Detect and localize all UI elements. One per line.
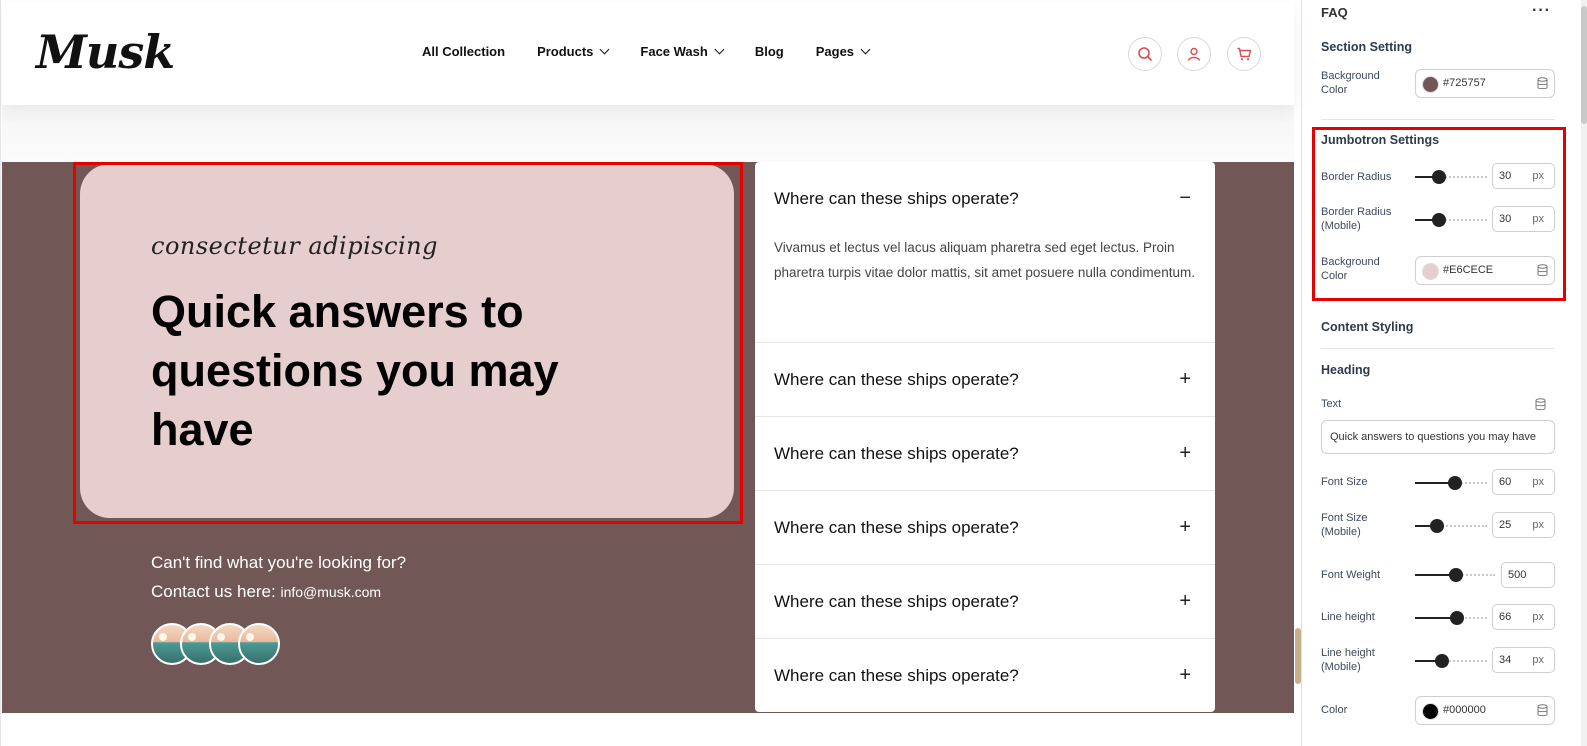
collapse-icon[interactable]: −	[1179, 187, 1191, 210]
expand-icon[interactable]: +	[1179, 664, 1191, 687]
faq-question: Where can these ships operate?	[774, 189, 1019, 208]
expand-icon[interactable]: +	[1179, 368, 1191, 391]
color-swatch	[1422, 703, 1439, 720]
nav-label: All Collection	[422, 44, 506, 59]
color-value: #000000	[1443, 704, 1486, 716]
faq-question: Where can these ships operate?	[774, 666, 1019, 685]
app-root: Musk All Collection Products Face Wash B…	[0, 0, 1587, 746]
font-size-input[interactable]: 60 px	[1492, 469, 1555, 495]
font-size-slider[interactable]	[1415, 476, 1487, 490]
heading-text-input[interactable]: Quick answers to questions you may have	[1321, 420, 1555, 454]
input-value: 60	[1499, 476, 1512, 488]
database-icon[interactable]	[1535, 398, 1546, 411]
unit-label: px	[1532, 519, 1544, 531]
database-icon[interactable]	[1537, 704, 1548, 717]
site-header: Musk All Collection Products Face Wash B…	[2, 1, 1294, 105]
jumbotron-highlight-box	[73, 162, 743, 524]
faq-question: Where can these ships operate?	[774, 444, 1019, 463]
section-setting-title: Section Setting	[1321, 40, 1412, 54]
cart-button[interactable]	[1227, 37, 1261, 71]
line-height-label: Line height	[1321, 611, 1375, 623]
line-height-mobile-label: Line height (Mobile)	[1321, 647, 1375, 673]
font-size-mobile-label: Font Size (Mobile)	[1321, 512, 1368, 538]
faq-item[interactable]: Where can these ships operate? − Vivamus…	[755, 162, 1215, 343]
more-options-icon[interactable]: ···	[1532, 2, 1551, 20]
database-icon[interactable]	[1537, 77, 1548, 90]
site-logo[interactable]: Musk	[36, 25, 175, 79]
input-value: 34	[1499, 654, 1512, 666]
faq-item[interactable]: Where can these ships operate? +	[755, 491, 1215, 565]
section-background-label: Background Color	[1321, 70, 1380, 96]
page-preview: Musk All Collection Products Face Wash B…	[0, 0, 1301, 746]
chevron-down-icon	[860, 44, 871, 55]
panel-scrollbar[interactable]	[1581, 0, 1587, 746]
nav-blog[interactable]: Blog	[755, 44, 784, 59]
divider	[1321, 119, 1555, 120]
heading-color-field[interactable]: #000000	[1415, 696, 1555, 725]
account-button[interactable]	[1177, 37, 1211, 71]
jumbotron-settings-highlight-box	[1312, 127, 1566, 301]
unit-label: px	[1532, 654, 1544, 666]
expand-icon[interactable]: +	[1179, 442, 1191, 465]
nav-all-collection[interactable]: All Collection	[422, 44, 505, 59]
line-height-input[interactable]: 66 px	[1492, 604, 1555, 630]
avatar	[238, 623, 280, 665]
section-background-color-field[interactable]: #725757	[1415, 69, 1555, 98]
main-nav: All Collection Products Face Wash Blog P…	[422, 44, 871, 59]
faq-item[interactable]: Where can these ships operate? +	[755, 343, 1215, 417]
chevron-down-icon	[599, 44, 610, 55]
expand-icon[interactable]: +	[1179, 516, 1191, 539]
nav-label: Products	[537, 44, 594, 59]
faq-question: Where can these ships operate?	[774, 592, 1019, 611]
panel-scrollbar-thumb[interactable]	[1581, 6, 1587, 124]
nav-label: Pages	[815, 44, 855, 59]
nav-products[interactable]: Products	[537, 44, 610, 59]
heading-color-label: Color	[1321, 704, 1348, 716]
line-height-slider[interactable]	[1415, 611, 1487, 625]
unit-label: px	[1532, 611, 1544, 623]
line-height-mobile-input[interactable]: 34 px	[1492, 647, 1555, 673]
input-value: 500	[1508, 569, 1527, 581]
input-value: 25	[1499, 519, 1512, 531]
divider	[1321, 348, 1555, 349]
heading-settings-title: Heading	[1321, 363, 1371, 377]
nav-pages[interactable]: Pages	[815, 44, 871, 59]
panel-title: FAQ	[1321, 5, 1348, 20]
nav-face-wash[interactable]: Face Wash	[640, 44, 725, 59]
font-size-mobile-input[interactable]: 25 px	[1492, 512, 1555, 538]
font-weight-slider[interactable]	[1415, 568, 1495, 582]
contact-prompt: Can't find what you're looking for?	[151, 553, 407, 572]
faq-item[interactable]: Where can these ships operate? +	[755, 417, 1215, 491]
settings-panel: FAQ ··· Section Setting Background Color…	[1301, 0, 1587, 746]
input-value: 66	[1499, 611, 1512, 623]
nav-label: Face Wash	[640, 44, 708, 59]
font-weight-label: Font Weight	[1321, 569, 1381, 581]
faq-answer: Vivamus et lectus vel lacus aliquam phar…	[774, 240, 1195, 280]
font-size-mobile-slider[interactable]	[1415, 519, 1487, 533]
user-icon	[1187, 47, 1201, 61]
faq-item[interactable]: Where can these ships operate? +	[755, 639, 1215, 712]
faq-item[interactable]: Where can these ships operate? +	[755, 565, 1215, 639]
content-styling-title: Content Styling	[1321, 320, 1414, 334]
heading-text-label: Text	[1321, 398, 1342, 410]
line-height-mobile-slider[interactable]	[1415, 654, 1487, 668]
contact-email-link[interactable]: info@musk.com	[280, 584, 381, 600]
unit-label: px	[1532, 476, 1544, 488]
cart-icon	[1237, 47, 1252, 61]
expand-icon[interactable]: +	[1179, 590, 1191, 613]
color-value: #725757	[1443, 77, 1486, 89]
faq-question: Where can these ships operate?	[774, 518, 1019, 537]
chevron-down-icon	[714, 44, 725, 55]
header-spacer	[2, 105, 1294, 162]
font-weight-input[interactable]: 500	[1501, 562, 1555, 588]
search-button[interactable]	[1128, 37, 1162, 71]
color-swatch	[1422, 76, 1439, 93]
contact-label: Contact us here:	[151, 582, 276, 601]
contact-line: Contact us here: info@musk.com	[151, 582, 381, 602]
search-icon	[1138, 47, 1152, 61]
faq-accordion: Where can these ships operate? − Vivamus…	[755, 162, 1215, 712]
nav-label: Blog	[754, 44, 784, 59]
faq-question: Where can these ships operate?	[774, 370, 1019, 389]
font-size-label: Font Size	[1321, 476, 1368, 488]
